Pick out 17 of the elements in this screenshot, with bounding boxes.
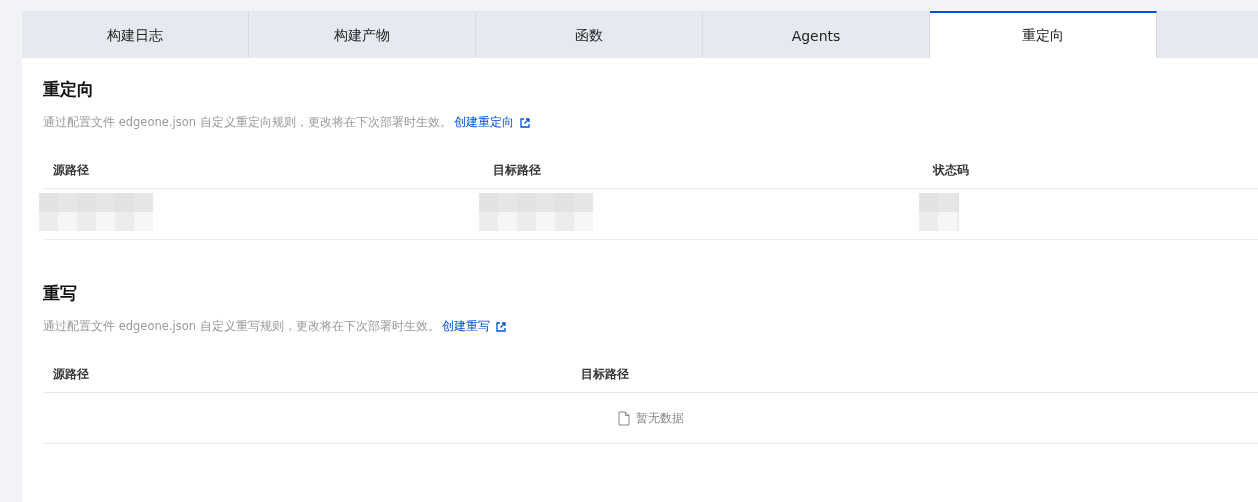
create-link[interactable]: 创建重定向 — [453, 115, 514, 130]
description-text: 通过配置文件 edgeone.json 自定义重写规则，更改将在下次部署时生效。 — [43, 319, 440, 334]
section-title: 重定向 — [43, 78, 95, 101]
description-text: 通过配置文件 edgeone.json 自定义重定向规则，更改将在下次部署时生效。 — [43, 115, 452, 130]
document-icon — [617, 410, 630, 426]
column-header: 目标路径 — [492, 161, 542, 179]
external-link-icon[interactable] — [495, 321, 506, 332]
empty-state-text: 暂无数据 — [635, 409, 684, 427]
column-header: 源路径 — [52, 365, 90, 383]
column-header: 源路径 — [52, 161, 90, 179]
create-link[interactable]: 创建重写 — [441, 319, 490, 334]
external-link-icon[interactable] — [519, 117, 530, 128]
tab[interactable]: 重定向 — [930, 11, 1157, 58]
column-header: 状态码 — [931, 161, 970, 179]
section-title: 重写 — [43, 282, 78, 305]
column-header: 目标路径 — [580, 365, 630, 383]
redacted-block — [919, 193, 959, 231]
